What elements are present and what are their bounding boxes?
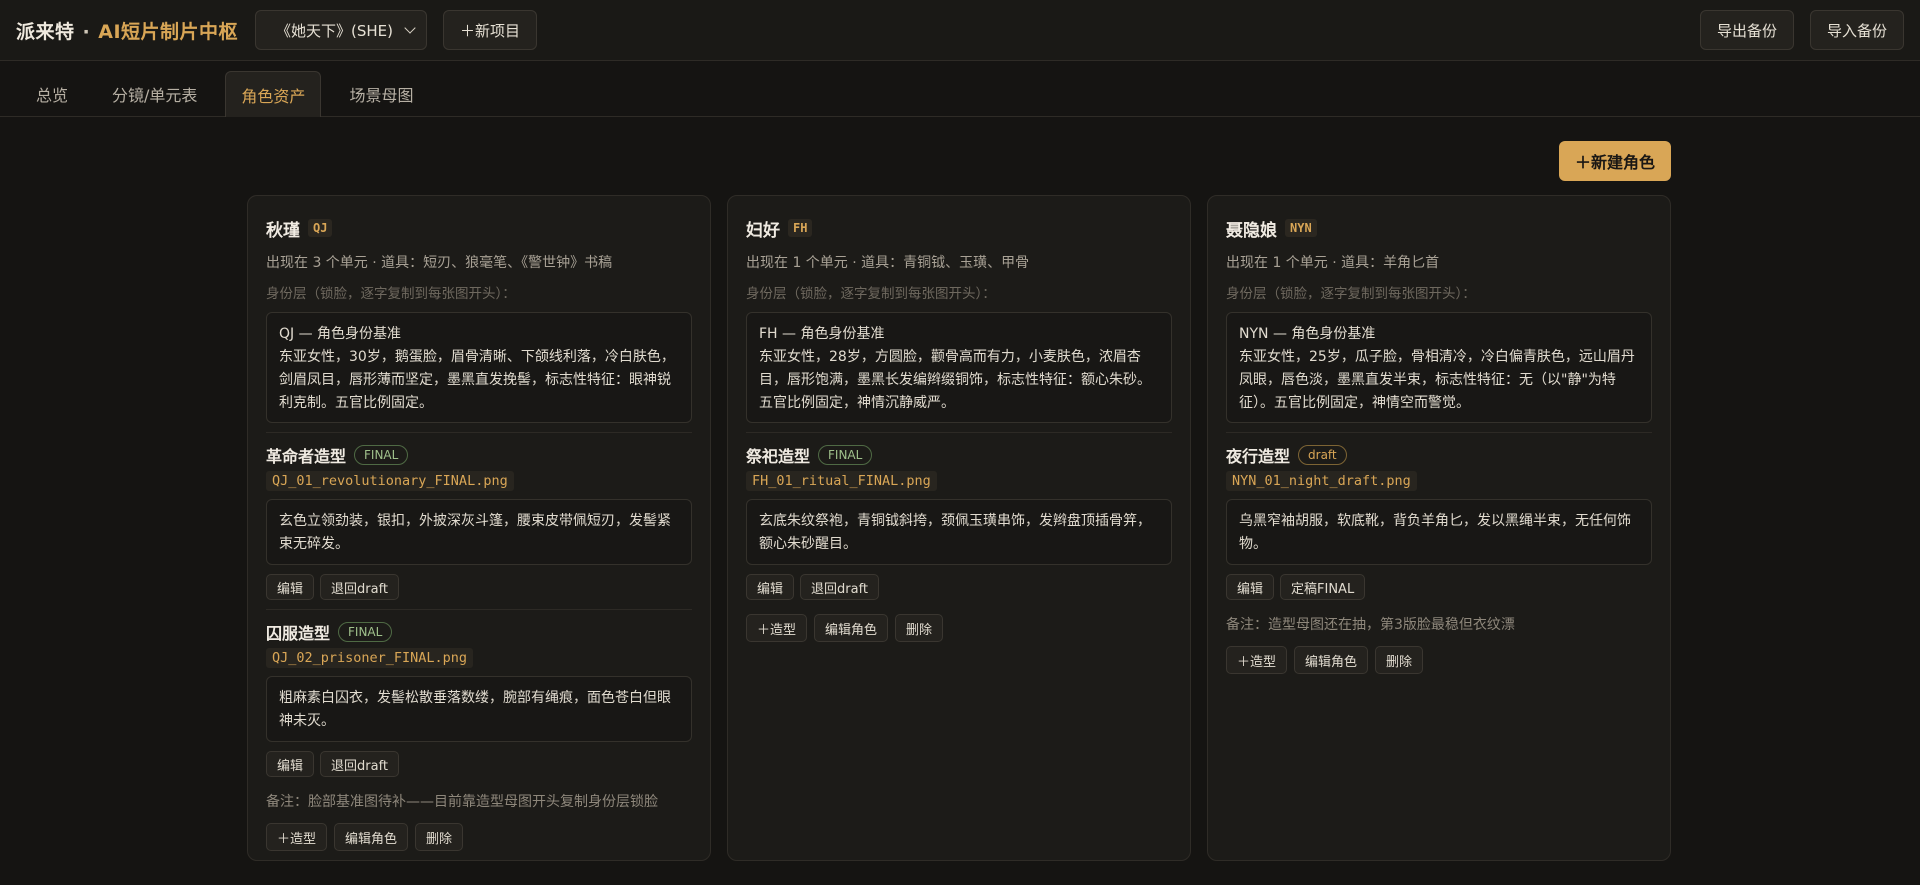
look-name: 夜行造型 <box>1226 447 1291 466</box>
status-badge: FINAL <box>354 445 409 465</box>
edit-look-button[interactable]: 编辑 <box>266 751 315 777</box>
character-meta: 出现在 3 个单元 · 道具：短刃、狼毫笔、《警世钟》书稿 <box>266 255 613 271</box>
new-character-button[interactable]: ＋新建角色 <box>1558 141 1671 181</box>
edit-character-button[interactable]: 编辑角色 <box>814 614 889 642</box>
status-badge: FINAL <box>338 622 393 642</box>
character-card: 聂隐娘 NYN 出现在 1 个单元 · 道具：羊角匕首 身份层（锁脸，逐字复制到… <box>1207 195 1671 861</box>
identity-body: 东亚女性，30岁，鹅蛋脸，眉骨清晰、下颌线利落，冷白肤色，剑眉凤目，唇形薄而坚定… <box>279 349 675 411</box>
brand-name: 派来特 <box>16 20 75 43</box>
character-meta: 出现在 1 个单元 · 道具：羊角匕首 <box>1226 255 1440 271</box>
status-badge: draft <box>1298 445 1347 465</box>
add-look-button[interactable]: ＋造型 <box>266 823 328 851</box>
identity-hint: 身份层（锁脸，逐字复制到每张图开头）： <box>1226 286 1476 302</box>
character-code-badge: QJ <box>308 219 333 237</box>
delete-character-button[interactable]: 删除 <box>415 823 464 851</box>
brand: 派来特 · AI短片制片中枢 <box>16 17 238 44</box>
revert-draft-button[interactable]: 退回draft <box>320 751 400 777</box>
character-code-badge: FH <box>788 219 813 237</box>
delete-character-button[interactable]: 删除 <box>1375 646 1424 674</box>
status-badge: FINAL <box>818 445 873 465</box>
edit-character-button[interactable]: 编辑角色 <box>334 823 409 851</box>
identity-title: QJ — 角色身份基准 <box>279 326 402 342</box>
look-filename: FH_01_ritual_FINAL.png <box>746 471 937 491</box>
add-look-button[interactable]: ＋造型 <box>746 614 808 642</box>
character-name: 妇好 <box>746 220 780 241</box>
import-backup-button[interactable]: 导入备份 <box>1809 10 1904 50</box>
export-backup-button[interactable]: 导出备份 <box>1699 10 1794 50</box>
identity-title: FH — 角色身份基准 <box>759 326 885 342</box>
chevron-down-icon <box>404 22 416 34</box>
look-description: 玄底朱纹祭袍，青铜钺斜挎，颈佩玉璜串饰，发辫盘顶插骨笄，额心朱砂醒目。 <box>746 499 1172 565</box>
look-filename: NYN_01_night_draft.png <box>1226 471 1417 491</box>
project-select[interactable]: 《她天下》(SHE) <box>255 10 428 50</box>
identity-box: NYN — 角色身份基准 东亚女性，25岁，瓜子脸，骨相清冷，冷白偏青肤色，远山… <box>1226 312 1652 423</box>
character-name: 聂隐娘 <box>1226 220 1277 241</box>
character-card: 妇好 FH 出现在 1 个单元 · 道具：青铜钺、玉璜、甲骨 身份层（锁脸，逐字… <box>727 195 1191 861</box>
divider <box>746 432 1172 433</box>
character-card: 秋瑾 QJ 出现在 3 个单元 · 道具：短刃、狼毫笔、《警世钟》书稿 身份层（… <box>247 195 711 861</box>
identity-hint: 身份层（锁脸，逐字复制到每张图开头）： <box>746 286 996 302</box>
edit-look-button[interactable]: 编辑 <box>266 574 315 600</box>
tab-storyboard[interactable]: 分镜/单元表 <box>96 71 213 116</box>
revert-draft-button[interactable]: 退回draft <box>320 574 400 600</box>
edit-look-button[interactable]: 编辑 <box>746 574 795 600</box>
character-note: 备注：造型母图还在抽，第3版脸最稳但衣纹漂 <box>1226 617 1515 633</box>
tab-scene-masters[interactable]: 场景母图 <box>333 71 429 116</box>
toolbar: ＋新建角色 <box>1558 141 1671 181</box>
character-meta: 出现在 1 个单元 · 道具：青铜钺、玉璜、甲骨 <box>746 255 1030 271</box>
add-look-button[interactable]: ＋造型 <box>1226 646 1288 674</box>
look-filename: QJ_02_prisoner_FINAL.png <box>266 648 474 668</box>
look-description: 粗麻素白囚衣，发髻松散垂落数缕，腕部有绳痕，面色苍白但眼神未灭。 <box>266 676 692 742</box>
look-description: 玄色立领劲装，银扣，外披深灰斗篷，腰束皮带佩短刃，发髻紧束无碎发。 <box>266 499 692 565</box>
identity-body: 东亚女性，28岁，方圆脸，颧骨高而有力，小麦肤色，浓眉杏目，唇形饱满，墨黑长发编… <box>759 349 1151 411</box>
identity-box: QJ — 角色身份基准 东亚女性，30岁，鹅蛋脸，眉骨清晰、下颌线利落，冷白肤色… <box>266 312 692 423</box>
brand-separator: · <box>82 20 91 43</box>
tab-character-assets[interactable]: 角色资产 <box>225 71 322 117</box>
character-grid: 秋瑾 QJ 出现在 3 个单元 · 道具：短刃、狼毫笔、《警世钟》书稿 身份层（… <box>247 195 1671 861</box>
edit-character-button[interactable]: 编辑角色 <box>1294 646 1369 674</box>
new-project-button[interactable]: ＋新项目 <box>443 10 538 50</box>
tab-bar: 总览 分镜/单元表 角色资产 场景母图 <box>0 61 1920 117</box>
project-select-value: 《她天下》(SHE) <box>276 21 393 40</box>
divider <box>266 609 692 610</box>
finalize-button[interactable]: 定稿FINAL <box>1280 574 1366 600</box>
character-name: 秋瑾 <box>266 220 300 241</box>
look-name: 革命者造型 <box>266 447 347 466</box>
tab-overview[interactable]: 总览 <box>20 71 84 116</box>
identity-hint: 身份层（锁脸，逐字复制到每张图开头）： <box>266 286 516 302</box>
character-code-badge: NYN <box>1285 219 1317 237</box>
divider <box>266 432 692 433</box>
identity-title: NYN — 角色身份基准 <box>1239 326 1376 342</box>
look-name: 祭祀造型 <box>746 447 811 466</box>
revert-draft-button[interactable]: 退回draft <box>800 574 880 600</box>
identity-body: 东亚女性，25岁，瓜子脸，骨相清冷，冷白偏青肤色，远山眉丹凤眼，唇色淡，墨黑直发… <box>1239 349 1635 411</box>
brand-suffix: AI短片制片中枢 <box>98 20 239 43</box>
edit-look-button[interactable]: 编辑 <box>1226 574 1275 600</box>
look-name: 囚服造型 <box>266 624 331 643</box>
delete-character-button[interactable]: 删除 <box>895 614 944 642</box>
look-filename: QJ_01_revolutionary_FINAL.png <box>266 471 514 491</box>
look-description: 乌黑窄袖胡服，软底靴，背负羊角匕，发以黑绳半束，无任何饰物。 <box>1226 499 1652 565</box>
divider <box>1226 432 1652 433</box>
top-bar: 派来特 · AI短片制片中枢 《她天下》(SHE) ＋新项目 导出备份 导入备份 <box>0 0 1920 61</box>
identity-box: FH — 角色身份基准 东亚女性，28岁，方圆脸，颧骨高而有力，小麦肤色，浓眉杏… <box>746 312 1172 423</box>
character-note: 备注：脸部基准图待补——目前靠造型母图开头复制身份层锁脸 <box>266 794 658 810</box>
